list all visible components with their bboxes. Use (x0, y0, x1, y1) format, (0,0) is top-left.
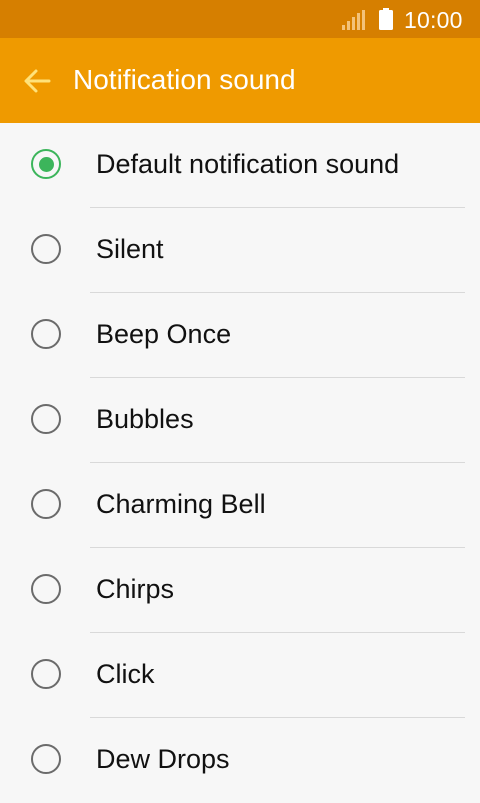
radio-button[interactable] (31, 404, 61, 434)
app-bar: Notification sound (0, 38, 480, 123)
sound-option-label: Beep Once (96, 319, 232, 349)
status-bar: 10:00 (0, 0, 480, 38)
sound-option-label: Dew Drops (96, 744, 230, 774)
sound-option[interactable]: Click (0, 633, 480, 718)
page-title: Notification sound (73, 64, 296, 95)
sound-option[interactable]: Default notification sound (0, 123, 480, 208)
sound-option[interactable]: Chirps (0, 548, 480, 633)
sound-option-label: Click (96, 659, 155, 689)
signal-bars-icon (342, 10, 365, 30)
radio-button[interactable] (31, 234, 61, 264)
radio-button[interactable] (31, 659, 61, 689)
sound-option-label: Silent (96, 234, 164, 264)
status-time: 10:00 (404, 7, 463, 33)
sound-option[interactable]: Silent (0, 208, 480, 293)
radio-button[interactable] (31, 489, 61, 519)
radio-button[interactable] (31, 319, 61, 349)
radio-button[interactable] (31, 744, 61, 774)
radio-button[interactable] (31, 149, 61, 179)
arrow-left-icon (24, 69, 51, 93)
sound-option-label: Bubbles (96, 404, 194, 434)
radio-button[interactable] (31, 574, 61, 604)
battery-icon (379, 8, 393, 30)
sound-option-label: Default notification sound (96, 149, 400, 179)
back-button[interactable] (17, 61, 57, 101)
sound-option[interactable]: Charming Bell (0, 463, 480, 548)
sound-option[interactable]: Beep Once (0, 293, 480, 378)
sound-option-label: Chirps (96, 574, 175, 604)
sound-option[interactable]: Bubbles (0, 378, 480, 463)
notification-sound-list: Default notification sound Silent Beep O… (0, 123, 480, 803)
sound-option-label: Charming Bell (96, 489, 266, 519)
sound-option[interactable]: Dew Drops (0, 718, 480, 803)
